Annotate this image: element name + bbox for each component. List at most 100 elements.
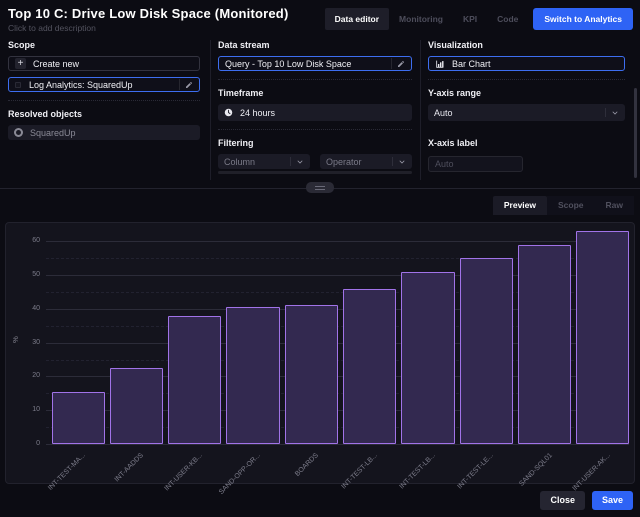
gridline bbox=[46, 241, 629, 242]
data-stream-heading: Data stream bbox=[218, 40, 412, 50]
yaxis-range-heading: Y-axis range bbox=[428, 88, 625, 98]
horizontal-scrollbar[interactable] bbox=[218, 171, 412, 174]
xaxis-label-heading: X-axis label bbox=[428, 138, 625, 148]
yaxis-range-value: Auto bbox=[434, 108, 600, 118]
chart-bar bbox=[460, 258, 513, 444]
tab-preview[interactable]: Preview bbox=[493, 196, 547, 215]
section-divider bbox=[8, 100, 200, 101]
scope-item-label: Log Analytics: SquaredUp bbox=[29, 80, 179, 90]
column-divider bbox=[420, 40, 421, 180]
chevron-down-icon bbox=[398, 158, 406, 166]
data-stream-item[interactable]: Query - Top 10 Low Disk Space bbox=[218, 56, 412, 71]
column-divider bbox=[210, 40, 211, 180]
chevron-down-icon bbox=[296, 158, 304, 166]
chart-preview-panel: 0102030405060INT-TEST-MA...INT-AADDSINT-… bbox=[5, 222, 635, 484]
visualization-item[interactable]: Bar Chart bbox=[428, 56, 625, 71]
section-divider bbox=[218, 129, 412, 130]
x-tick-label: INT-USER-KB... bbox=[163, 452, 203, 492]
chart-bar bbox=[226, 307, 279, 444]
resolved-object-row[interactable]: SquaredUp bbox=[8, 125, 200, 140]
scope-checkbox[interactable] bbox=[15, 82, 21, 88]
edit-data-stream-button[interactable] bbox=[391, 58, 409, 69]
edit-scope-button[interactable] bbox=[179, 79, 197, 90]
chart-bar bbox=[52, 392, 105, 444]
bar-chart-icon bbox=[435, 59, 445, 69]
section-divider bbox=[428, 79, 625, 80]
preview-tab-bar: Preview Scope Raw bbox=[493, 196, 634, 215]
yaxis-range-dropdown[interactable]: Auto bbox=[428, 104, 625, 121]
x-tick-label: INT-TEST-LE... bbox=[457, 452, 496, 491]
create-new-scope-button[interactable]: + Create new bbox=[8, 56, 200, 71]
visualization-panel: Visualization Bar Chart Y-axis range Aut… bbox=[428, 40, 625, 172]
create-new-label: Create new bbox=[33, 59, 193, 69]
filter-operator-value: Operator bbox=[326, 157, 387, 167]
chart-bar bbox=[576, 231, 629, 444]
x-tick-label: INT-TEST-LB... bbox=[340, 452, 379, 491]
section-divider bbox=[218, 79, 412, 80]
data-stream-panel: Data stream Query - Top 10 Low Disk Spac… bbox=[218, 40, 412, 174]
bar-chart: 0102030405060INT-TEST-MA...INT-AADDSINT-… bbox=[6, 223, 634, 483]
tile-editor-window: Top 10 C: Drive Low Disk Space (Monitore… bbox=[0, 0, 640, 517]
filter-operator-dropdown[interactable]: Operator bbox=[320, 154, 412, 169]
chart-bar bbox=[285, 305, 338, 444]
filter-column-value: Column bbox=[224, 157, 285, 167]
page-title: Top 10 C: Drive Low Disk Space (Monitore… bbox=[8, 6, 288, 21]
visualization-label: Bar Chart bbox=[452, 59, 618, 69]
timeframe-selector[interactable]: 24 hours bbox=[218, 104, 412, 121]
x-tick-label: SAND-SQL01 bbox=[518, 452, 554, 488]
visualization-heading: Visualization bbox=[428, 40, 625, 50]
x-tick-label: INT-TEST-LB... bbox=[398, 452, 437, 491]
scope-panel: Scope + Create new Log Analytics: Square… bbox=[8, 40, 200, 146]
chart-bar bbox=[518, 245, 571, 444]
y-tick-label: 10 bbox=[6, 406, 40, 413]
tab-raw[interactable]: Raw bbox=[595, 196, 634, 215]
xaxis-label-input[interactable] bbox=[428, 156, 523, 172]
chart-bar bbox=[343, 289, 396, 444]
y-tick-label: 60 bbox=[6, 237, 40, 244]
tab-scope[interactable]: Scope bbox=[547, 196, 595, 215]
description-placeholder[interactable]: Click to add description bbox=[8, 23, 96, 33]
tab-monitoring[interactable]: Monitoring bbox=[389, 8, 453, 30]
x-tick-label: INT-USER-AK... bbox=[571, 452, 611, 492]
x-tick-label: BOARDS bbox=[294, 452, 320, 478]
vertical-scrollbar[interactable] bbox=[634, 88, 637, 178]
y-tick-label: 50 bbox=[6, 271, 40, 278]
chart-bar bbox=[401, 272, 454, 444]
pencil-icon bbox=[185, 81, 193, 89]
chart-bar bbox=[110, 368, 163, 444]
timeframe-heading: Timeframe bbox=[218, 88, 412, 98]
close-button[interactable]: Close bbox=[540, 491, 585, 510]
data-stream-label: Query - Top 10 Low Disk Space bbox=[225, 59, 391, 69]
editor-tab-bar: Data editor Monitoring KPI Code Switch t… bbox=[325, 8, 633, 30]
y-tick-label: 30 bbox=[6, 339, 40, 346]
scope-item-log-analytics[interactable]: Log Analytics: SquaredUp bbox=[8, 77, 200, 92]
x-tick-label: INT-TEST-MA... bbox=[47, 452, 87, 492]
y-tick-label: 20 bbox=[6, 372, 40, 379]
squaredup-logo-icon bbox=[14, 128, 23, 137]
chevron-down-icon bbox=[611, 109, 619, 117]
dropdown-separator bbox=[392, 157, 393, 166]
resolved-objects-heading: Resolved objects bbox=[8, 109, 200, 119]
tab-kpi[interactable]: KPI bbox=[453, 8, 487, 30]
plus-icon: + bbox=[15, 58, 26, 69]
y-tick-label: 0 bbox=[6, 440, 40, 447]
filtering-heading: Filtering bbox=[218, 138, 412, 148]
clock-icon bbox=[224, 108, 233, 117]
switch-to-analytics-button[interactable]: Switch to Analytics bbox=[533, 8, 633, 30]
tab-code[interactable]: Code bbox=[487, 8, 528, 30]
dropdown-separator bbox=[605, 108, 606, 117]
x-tick-label: INT-AADDS bbox=[114, 452, 145, 483]
pencil-icon bbox=[397, 60, 405, 68]
y-tick-label: 40 bbox=[6, 305, 40, 312]
resolved-object-label: SquaredUp bbox=[30, 128, 194, 138]
footer-actions: Close Save bbox=[540, 491, 633, 510]
save-button[interactable]: Save bbox=[592, 491, 633, 510]
x-tick-label: SAND-OPP-OR... bbox=[218, 452, 262, 496]
gridline bbox=[46, 444, 629, 445]
chart-bar bbox=[168, 316, 221, 444]
timeframe-value: 24 hours bbox=[240, 108, 406, 118]
tab-data-editor[interactable]: Data editor bbox=[325, 8, 389, 30]
splitter-drag-handle[interactable] bbox=[306, 182, 334, 193]
scope-heading: Scope bbox=[8, 40, 200, 50]
filter-column-dropdown[interactable]: Column bbox=[218, 154, 310, 169]
